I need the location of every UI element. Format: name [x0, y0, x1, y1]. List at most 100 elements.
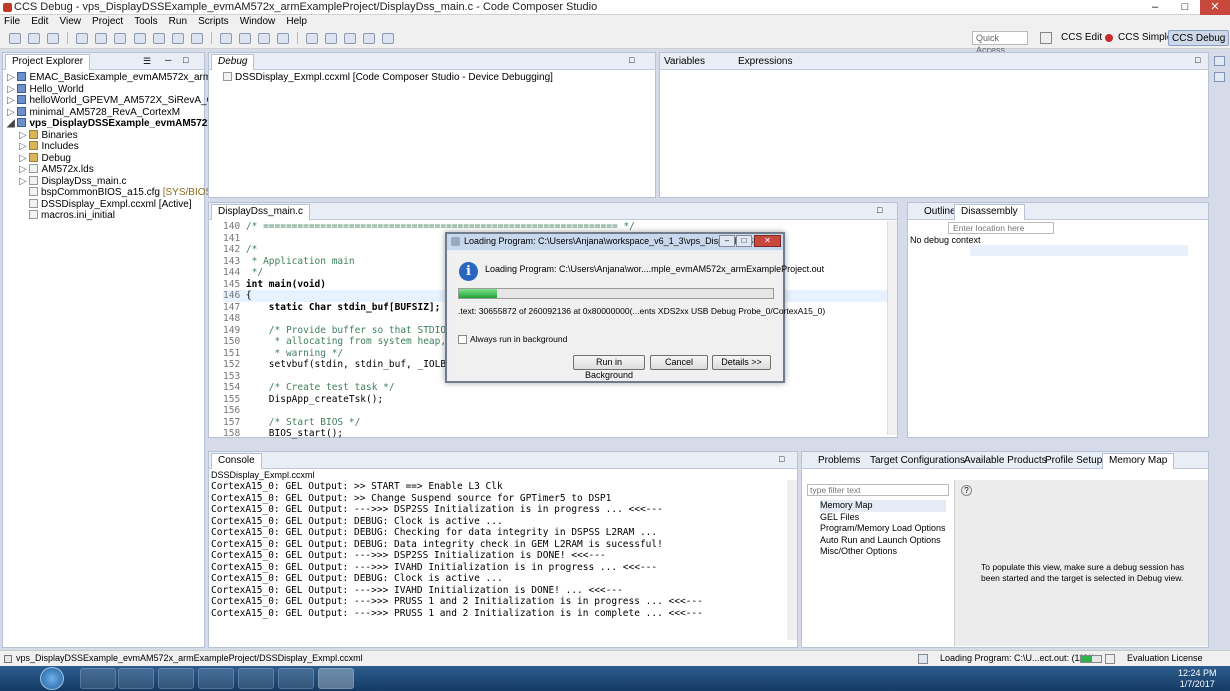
dialog-maximize-icon[interactable]: □: [736, 235, 752, 247]
help-icon[interactable]: ?: [961, 485, 972, 496]
step-return-icon[interactable]: [190, 33, 203, 44]
debug-session-item[interactable]: DSSDisplay_Exmpl.ccxml [Code Composer St…: [209, 70, 655, 83]
menu-help[interactable]: Help: [282, 15, 311, 28]
console-scrollbar[interactable]: [787, 480, 797, 640]
option-auto-run[interactable]: Auto Run and Launch Options: [820, 535, 946, 547]
save-all-icon[interactable]: [47, 33, 60, 44]
quick-access-input[interactable]: Quick Access: [972, 31, 1028, 55]
maximize-view-icon[interactable]: □: [877, 205, 882, 215]
tree-item[interactable]: bspCommonBIOS_a15.cfg [SYS/BIOS]: [7, 187, 215, 199]
suspend-icon[interactable]: [114, 33, 127, 44]
tree-item-active-project[interactable]: ◢ vps_DisplayDSSExample_evmAM572x_armExa…: [7, 118, 270, 130]
menu-run[interactable]: Run: [165, 15, 191, 28]
tab-expressions[interactable]: Expressions: [738, 55, 792, 68]
menu-window[interactable]: Window: [236, 15, 280, 28]
collapse-all-icon[interactable]: ☰: [143, 56, 151, 67]
cancel-button[interactable]: Cancel: [650, 355, 708, 370]
tree-item[interactable]: ▷ DisplayDss_main.c: [7, 175, 204, 188]
tree-item[interactable]: ▷ helloWorld_GPEVM_AM572X_SiRevA_CortexA: [7, 95, 243, 107]
tree-item[interactable]: ▷ EMAC_BasicExample_evmAM572x_armBiosExa…: [7, 72, 270, 84]
menu-file[interactable]: File: [0, 15, 24, 28]
tab-memory-map[interactable]: Memory Map: [1102, 453, 1175, 469]
chrome-taskbar-icon[interactable]: [158, 668, 194, 689]
option-gel-files[interactable]: GEL Files: [820, 512, 946, 524]
maximize-view-icon[interactable]: □: [1195, 55, 1200, 65]
tab-variables[interactable]: Variables: [664, 55, 705, 68]
stop-progress-icon[interactable]: [1105, 654, 1115, 664]
ccs-taskbar-icon[interactable]: [318, 668, 354, 689]
cube-taskbar-icon[interactable]: [278, 668, 314, 689]
tab-disassembly[interactable]: Disassembly: [954, 204, 1025, 220]
tree-item[interactable]: ▷ Hello_World: [7, 83, 204, 96]
menu-view[interactable]: View: [55, 15, 85, 28]
always-background-checkbox[interactable]: [458, 335, 467, 344]
maximize-view-icon[interactable]: □: [779, 454, 784, 464]
tree-item[interactable]: macros.ini_initial: [7, 210, 204, 222]
console-output[interactable]: CortexA15_0: GEL Output: >> START ==> En…: [209, 481, 797, 619]
tab-outline[interactable]: Outline: [924, 205, 956, 218]
tab-project-explorer[interactable]: Project Explorer: [5, 54, 91, 70]
open-perspective-icon[interactable]: [1040, 32, 1052, 44]
tree-item[interactable]: ▷ AM572x.lds: [7, 164, 204, 176]
menu-tools[interactable]: Tools: [130, 15, 161, 28]
maximize-icon[interactable]: □: [1170, 0, 1200, 15]
minimize-view-icon[interactable]: ─: [165, 55, 171, 65]
filter-input[interactable]: type filter text: [807, 484, 949, 496]
resume-icon[interactable]: [95, 33, 108, 44]
option-memory-map[interactable]: Memory Map: [820, 500, 946, 512]
perspective-ccs-debug[interactable]: CCS Debug: [1168, 30, 1230, 46]
tree-item[interactable]: ▷ Binaries: [7, 129, 204, 142]
debug-icon[interactable]: [76, 33, 89, 44]
progress-view-icon[interactable]: [918, 654, 928, 664]
tree-item[interactable]: ▷ Includes: [7, 141, 204, 153]
step-into-icon[interactable]: [152, 33, 165, 44]
dialog-minimize-icon[interactable]: –: [719, 235, 735, 247]
perspective-ccs-edit[interactable]: CCS Edit: [1058, 30, 1105, 46]
tree-item[interactable]: ▷ minimal_AM5728_RevA_CortexM: [7, 106, 204, 119]
perspective-ccs-simple[interactable]: CCS Simple: [1105, 30, 1175, 46]
menu-project[interactable]: Project: [88, 15, 127, 28]
tab-problems[interactable]: Problems: [818, 454, 860, 467]
run-in-background-button[interactable]: Run in Background: [573, 355, 645, 380]
tab-profile-setup[interactable]: Profile Setup: [1045, 454, 1102, 467]
tab-target-configurations[interactable]: Target Configurations: [870, 454, 965, 467]
load-icon[interactable]: [277, 33, 289, 44]
new-icon[interactable]: [9, 33, 22, 44]
search-icon[interactable]: [325, 33, 338, 44]
tab-displaydss-main[interactable]: DisplayDss_main.c: [211, 204, 311, 220]
close-icon[interactable]: ✕: [1200, 0, 1230, 15]
location-input[interactable]: Enter location here: [948, 222, 1054, 234]
run-icon[interactable]: [363, 33, 376, 44]
tab-debug[interactable]: Debug: [211, 54, 255, 70]
folder-taskbar-icon[interactable]: [198, 668, 234, 689]
minimize-icon[interactable]: –: [1140, 0, 1170, 15]
menu-scripts[interactable]: Scripts: [194, 15, 233, 28]
tree-item[interactable]: ▷ Debug: [7, 152, 204, 165]
menu-edit[interactable]: Edit: [27, 15, 52, 28]
build-icon[interactable]: [306, 33, 319, 44]
tree-item[interactable]: DSSDisplay_Exmpl.ccxml [Active]: [7, 198, 204, 211]
tab-console[interactable]: Console: [211, 453, 262, 469]
restore-icon[interactable]: [1214, 56, 1225, 66]
terminate-icon[interactable]: [133, 33, 146, 44]
restart-icon[interactable]: [257, 33, 270, 44]
registers-icon[interactable]: [1214, 72, 1225, 82]
editor-scrollbar[interactable]: [887, 221, 897, 435]
fast-view-icon[interactable]: [4, 655, 12, 663]
step-over-icon[interactable]: [171, 33, 184, 44]
connect-icon[interactable]: [219, 33, 232, 44]
dialog-close-icon[interactable]: ✕: [754, 235, 781, 247]
help-taskbar-icon[interactable]: [238, 668, 274, 689]
tab-available-products[interactable]: Available Products: [964, 454, 1047, 467]
explorer-taskbar-icon[interactable]: [80, 668, 116, 689]
option-program-memory-load[interactable]: Program/Memory Load Options: [820, 523, 946, 535]
media-player-taskbar-icon[interactable]: [118, 668, 154, 689]
start-icon[interactable]: [40, 667, 64, 690]
option-misc[interactable]: Misc/Other Options: [820, 546, 946, 558]
breakpoint-icon[interactable]: [344, 33, 357, 44]
reset-icon[interactable]: [238, 33, 251, 44]
maximize-view-icon[interactable]: □: [183, 55, 188, 65]
save-icon[interactable]: [28, 33, 41, 44]
maximize-view-icon[interactable]: □: [629, 55, 634, 65]
details-button[interactable]: Details >>: [712, 355, 771, 370]
